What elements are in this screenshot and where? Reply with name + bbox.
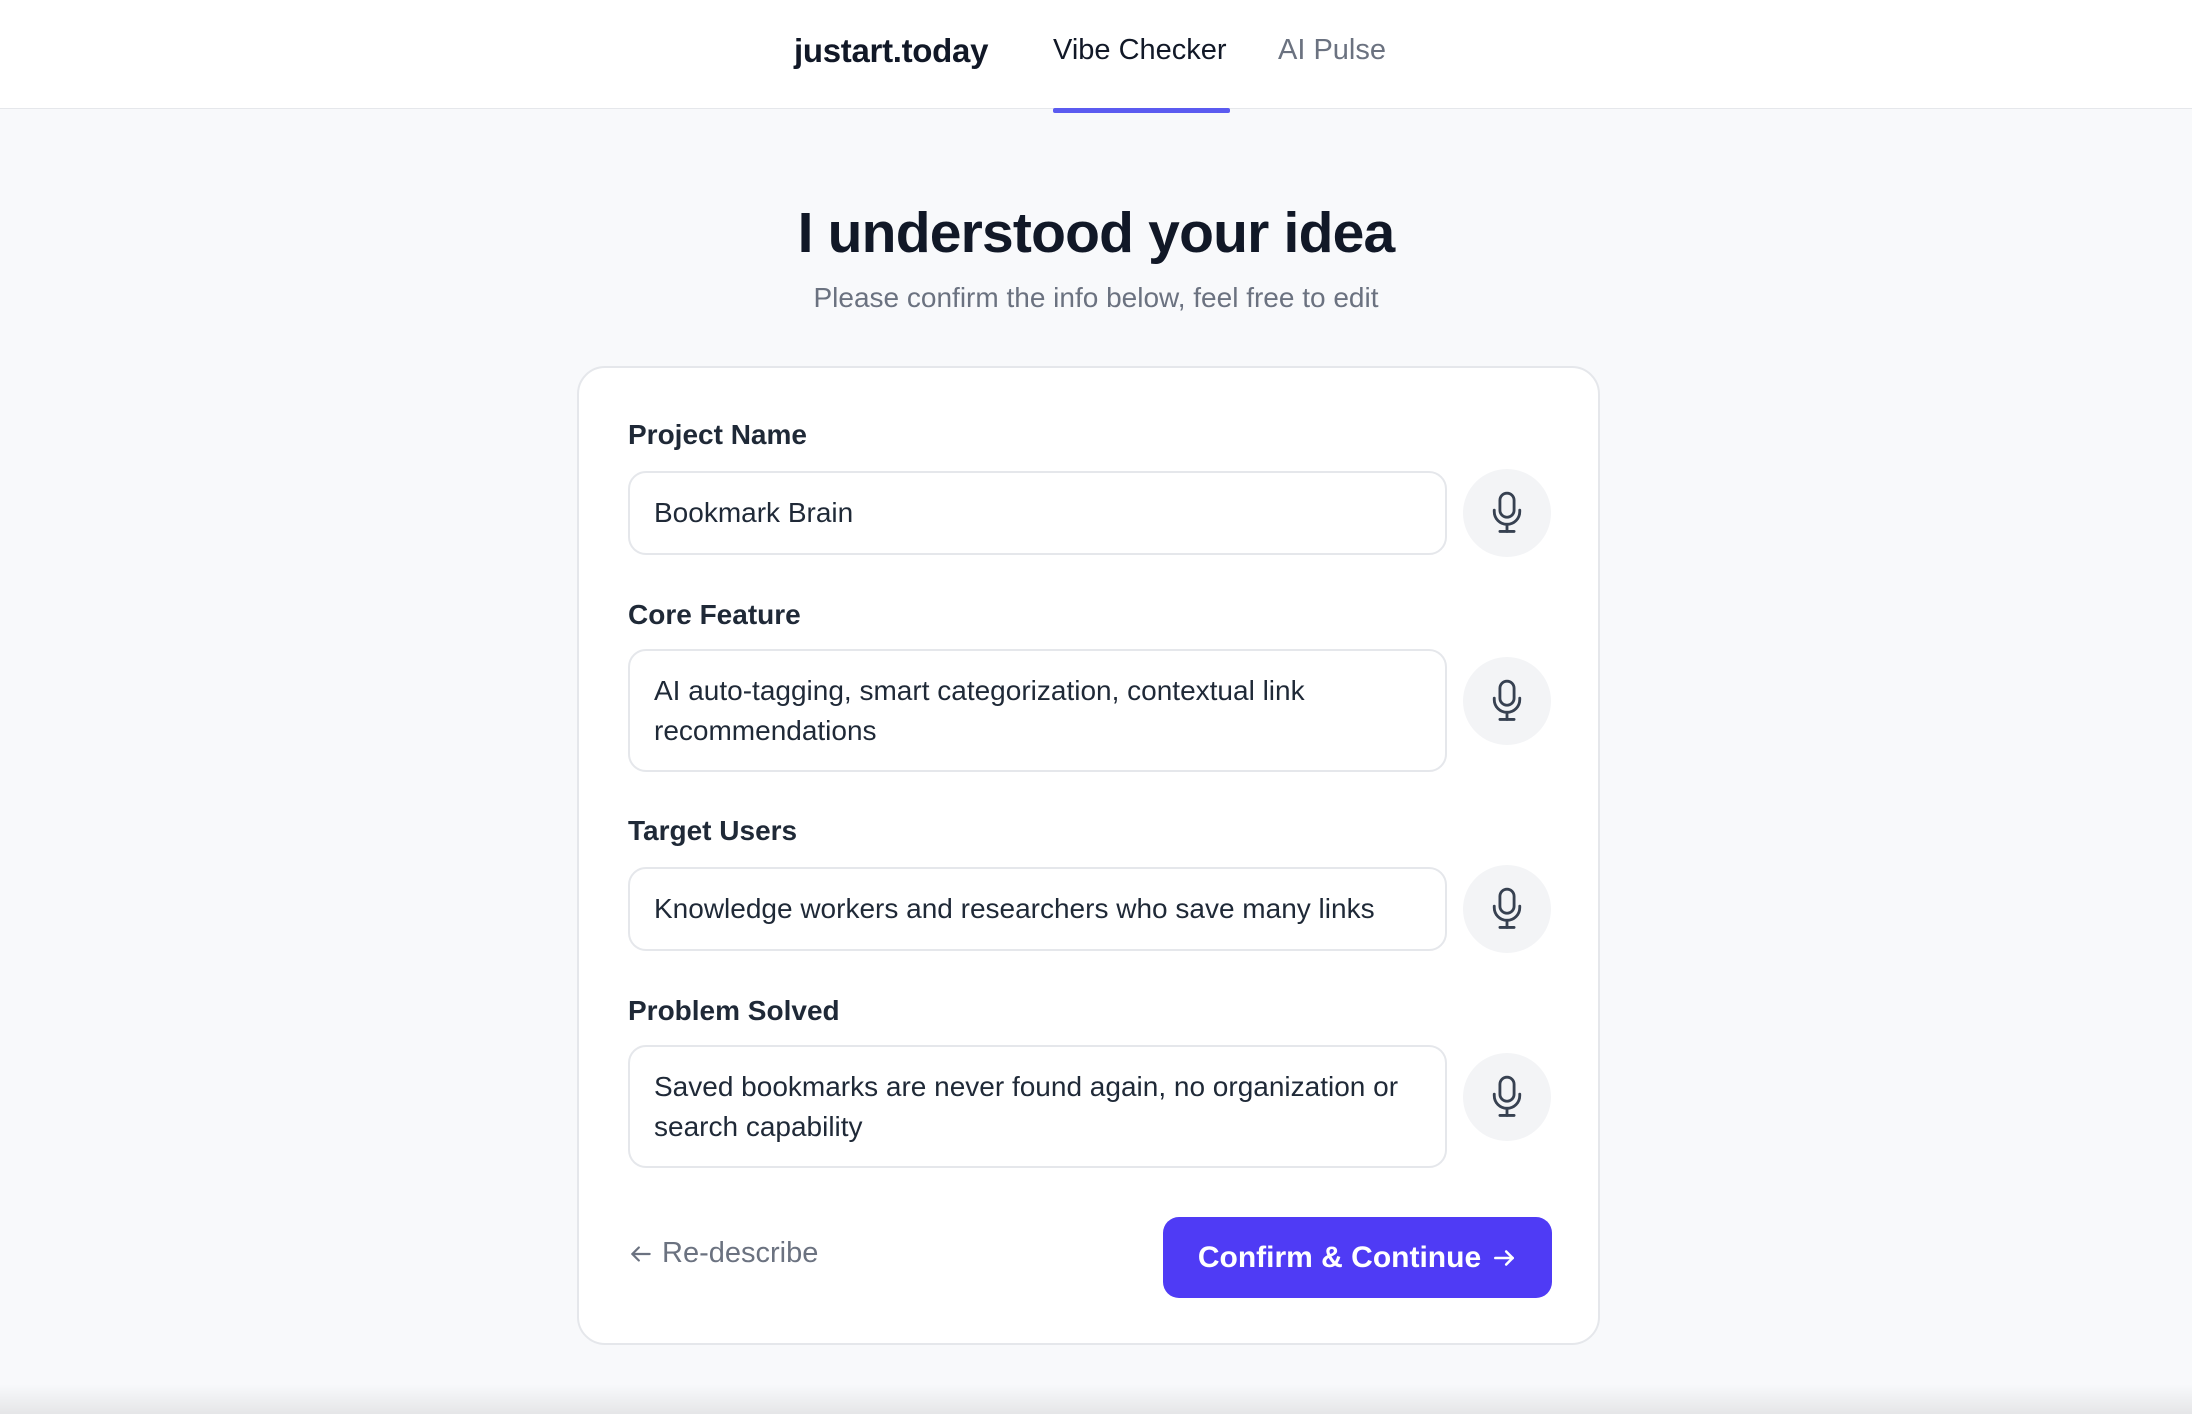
tab-ai-pulse[interactable]: AI Pulse (1278, 34, 1386, 67)
core-feature-mic-button[interactable] (1463, 657, 1551, 745)
target-users-input[interactable]: Knowledge workers and researchers who sa… (628, 867, 1447, 951)
microphone-icon (1492, 1075, 1522, 1117)
tab-vibe-checker[interactable]: Vibe Checker (1053, 34, 1227, 67)
re-describe-link[interactable]: Re-describe (628, 1237, 818, 1270)
problem-solved-mic-button[interactable] (1463, 1053, 1551, 1141)
microphone-icon (1492, 887, 1522, 929)
project-name-label: Project Name (628, 419, 807, 450)
brand-logo[interactable]: justart.today (794, 32, 988, 70)
project-name-value: Bookmark Brain (654, 497, 854, 528)
confirm-continue-button[interactable]: Confirm & Continue (1163, 1217, 1552, 1298)
idea-confirmation-card: Project Name Bookmark Brain Core Feature… (577, 366, 1600, 1345)
project-name-input[interactable]: Bookmark Brain (628, 471, 1447, 555)
arrow-right-icon (1494, 1249, 1515, 1266)
re-describe-label: Re-describe (662, 1237, 819, 1269)
problem-solved-label: Problem Solved (628, 995, 840, 1026)
problem-solved-input[interactable]: Saved bookmarks are never found again, n… (628, 1045, 1447, 1168)
page-subtitle: Please confirm the info below, feel free… (813, 282, 1379, 313)
microphone-icon (1492, 679, 1522, 721)
bottom-shadow (0, 1384, 2192, 1414)
target-users-value: Knowledge workers and researchers who sa… (654, 893, 1375, 924)
core-feature-value: AI auto-tagging, smart categorization, c… (654, 674, 1305, 746)
project-name-mic-button[interactable] (1463, 469, 1551, 557)
page-title: I understood your idea (797, 201, 1396, 265)
top-navigation-bar: justart.today Vibe Checker AI Pulse (0, 0, 2192, 113)
confirm-continue-label: Confirm & Continue (1197, 1240, 1482, 1274)
arrow-left-icon (631, 1245, 651, 1262)
core-feature-label: Core Feature (628, 599, 801, 630)
microphone-icon (1492, 491, 1522, 533)
core-feature-input[interactable]: AI auto-tagging, smart categorization, c… (628, 649, 1447, 772)
active-tab-indicator (1053, 108, 1230, 113)
target-users-label: Target Users (628, 815, 798, 846)
target-users-mic-button[interactable] (1463, 865, 1551, 953)
problem-solved-value: Saved bookmarks are never found again, n… (654, 1070, 1399, 1142)
